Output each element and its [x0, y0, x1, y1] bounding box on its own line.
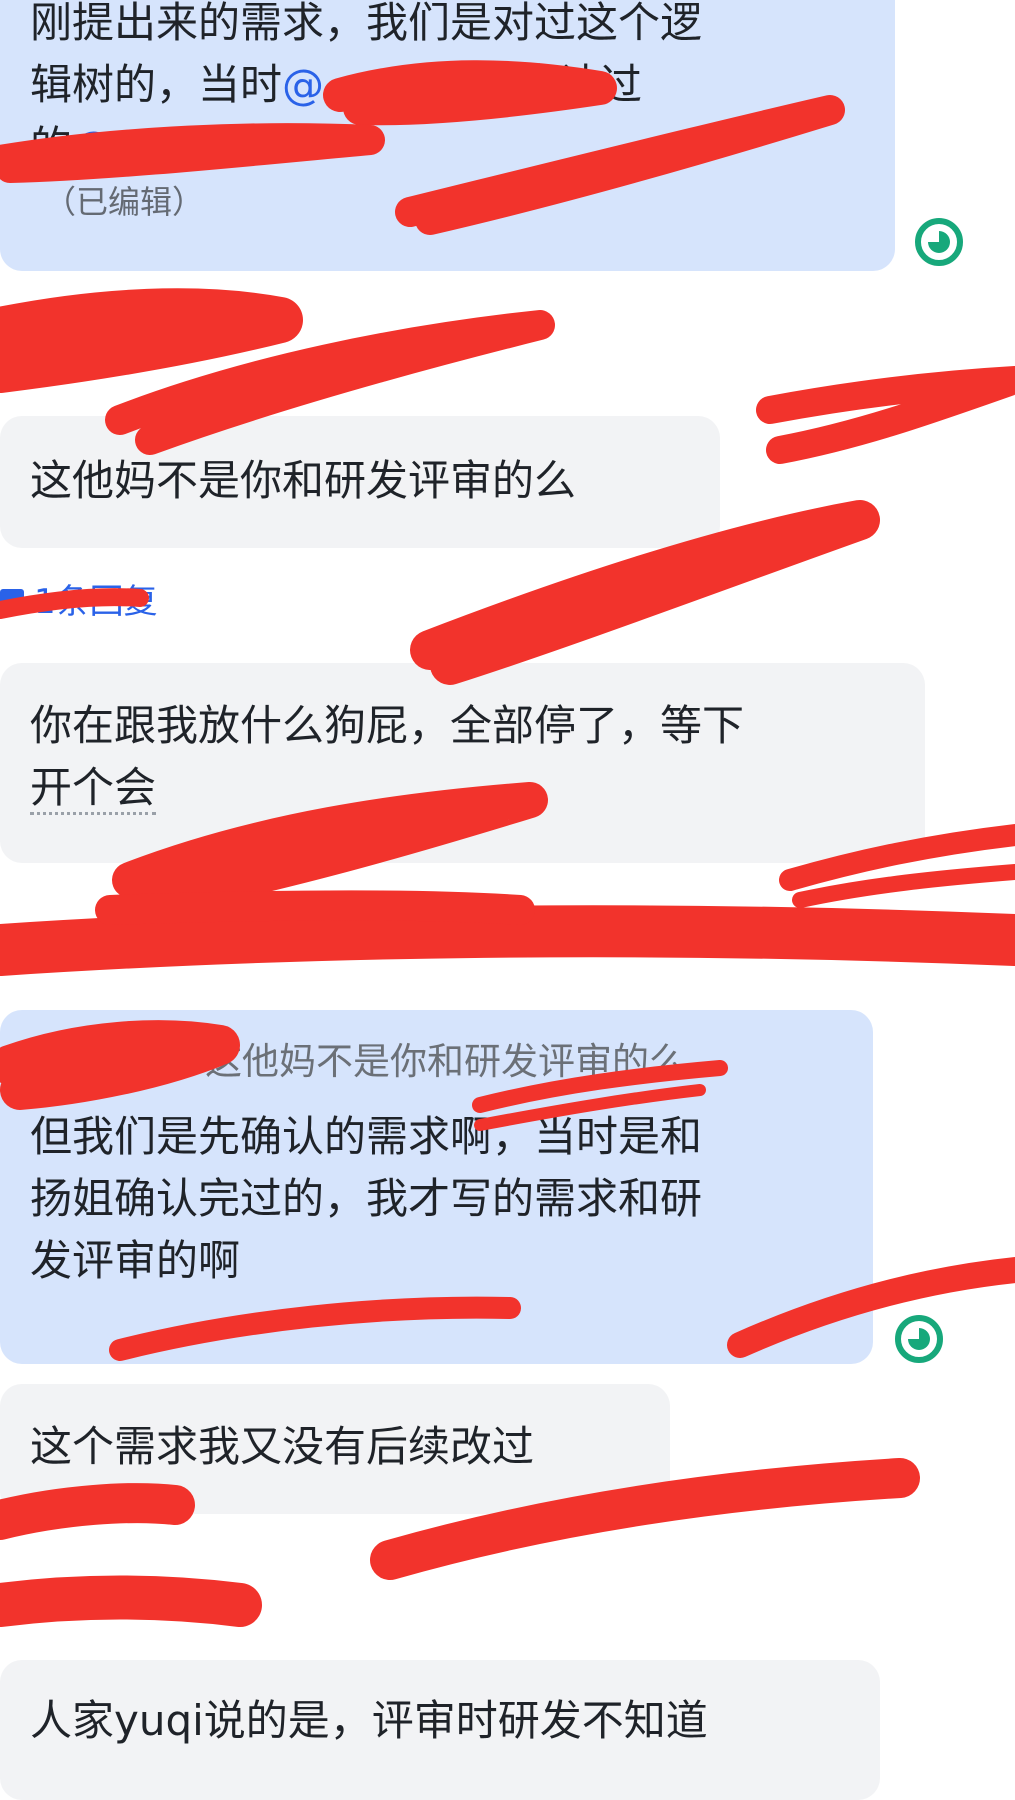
read-receipt-icon[interactable]	[895, 1315, 943, 1363]
message-text: 但我们是先确认的需求啊，当时是和	[30, 1112, 703, 1161]
thread-reply-icon	[0, 575, 24, 609]
message-bubble-2[interactable]: 这他妈不是你和研发评审的么	[0, 416, 720, 548]
mention-link[interactable]: @	[72, 122, 114, 171]
message-bubble-5[interactable]: 这个需求我又没有后续改过	[0, 1384, 670, 1514]
message-text: 是确认过	[474, 60, 643, 109]
message-text: 你在跟我放什么狗屁，全部停了，等下	[30, 701, 745, 750]
redaction-scribble	[95, 890, 535, 925]
message-bubble-4[interactable]: 这他妈不是你和研发评审的么 但我们是先确认的需求啊，当时是和 扬姐确认完过的，我…	[0, 1010, 873, 1364]
thread-reply-link[interactable]: 1条回复	[0, 574, 158, 623]
reply-count-label: 1条回复	[34, 582, 158, 622]
message-text: 辑树的，当时	[30, 60, 283, 109]
message-text: 人家yuqi说的是，评审时研发不知道	[30, 1696, 708, 1745]
redaction-scribble	[792, 864, 1015, 908]
message-bubble-3[interactable]: 你在跟我放什么狗屁，全部停了，等下 开个会	[0, 663, 925, 863]
message-text: 的	[30, 122, 73, 171]
read-receipt-icon[interactable]	[915, 218, 963, 266]
quoted-message[interactable]: 这他妈不是你和研发评审的么	[205, 1040, 686, 1083]
redaction-scribble	[0, 905, 1015, 976]
message-text: 发评审的啊	[30, 1236, 241, 1285]
message-text: 这他妈不是你和研发评审的么	[30, 456, 577, 505]
mention-link[interactable]: @	[282, 60, 324, 109]
message-text: 扬姐确认完过的，我才写的需求和研	[30, 1174, 703, 1223]
message-text: 开个会	[30, 763, 157, 815]
redaction-scribble	[0, 1575, 262, 1627]
message-text: 刚提出来的需求，我们是对过这个逻	[30, 0, 703, 47]
redaction-scribble	[0, 288, 303, 393]
message-bubble-6[interactable]: 人家yuqi说的是，评审时研发不知道	[0, 1660, 880, 1800]
message-text: 这个需求我又没有后续改过	[30, 1422, 535, 1471]
message-bubble-1[interactable]: 刚提出来的需求，我们是对过这个逻 辑树的，当时@ 是确认过 的@ （已编辑）	[0, 0, 895, 271]
redaction-scribble	[756, 366, 1015, 464]
edited-label: （已编辑）	[44, 183, 205, 221]
